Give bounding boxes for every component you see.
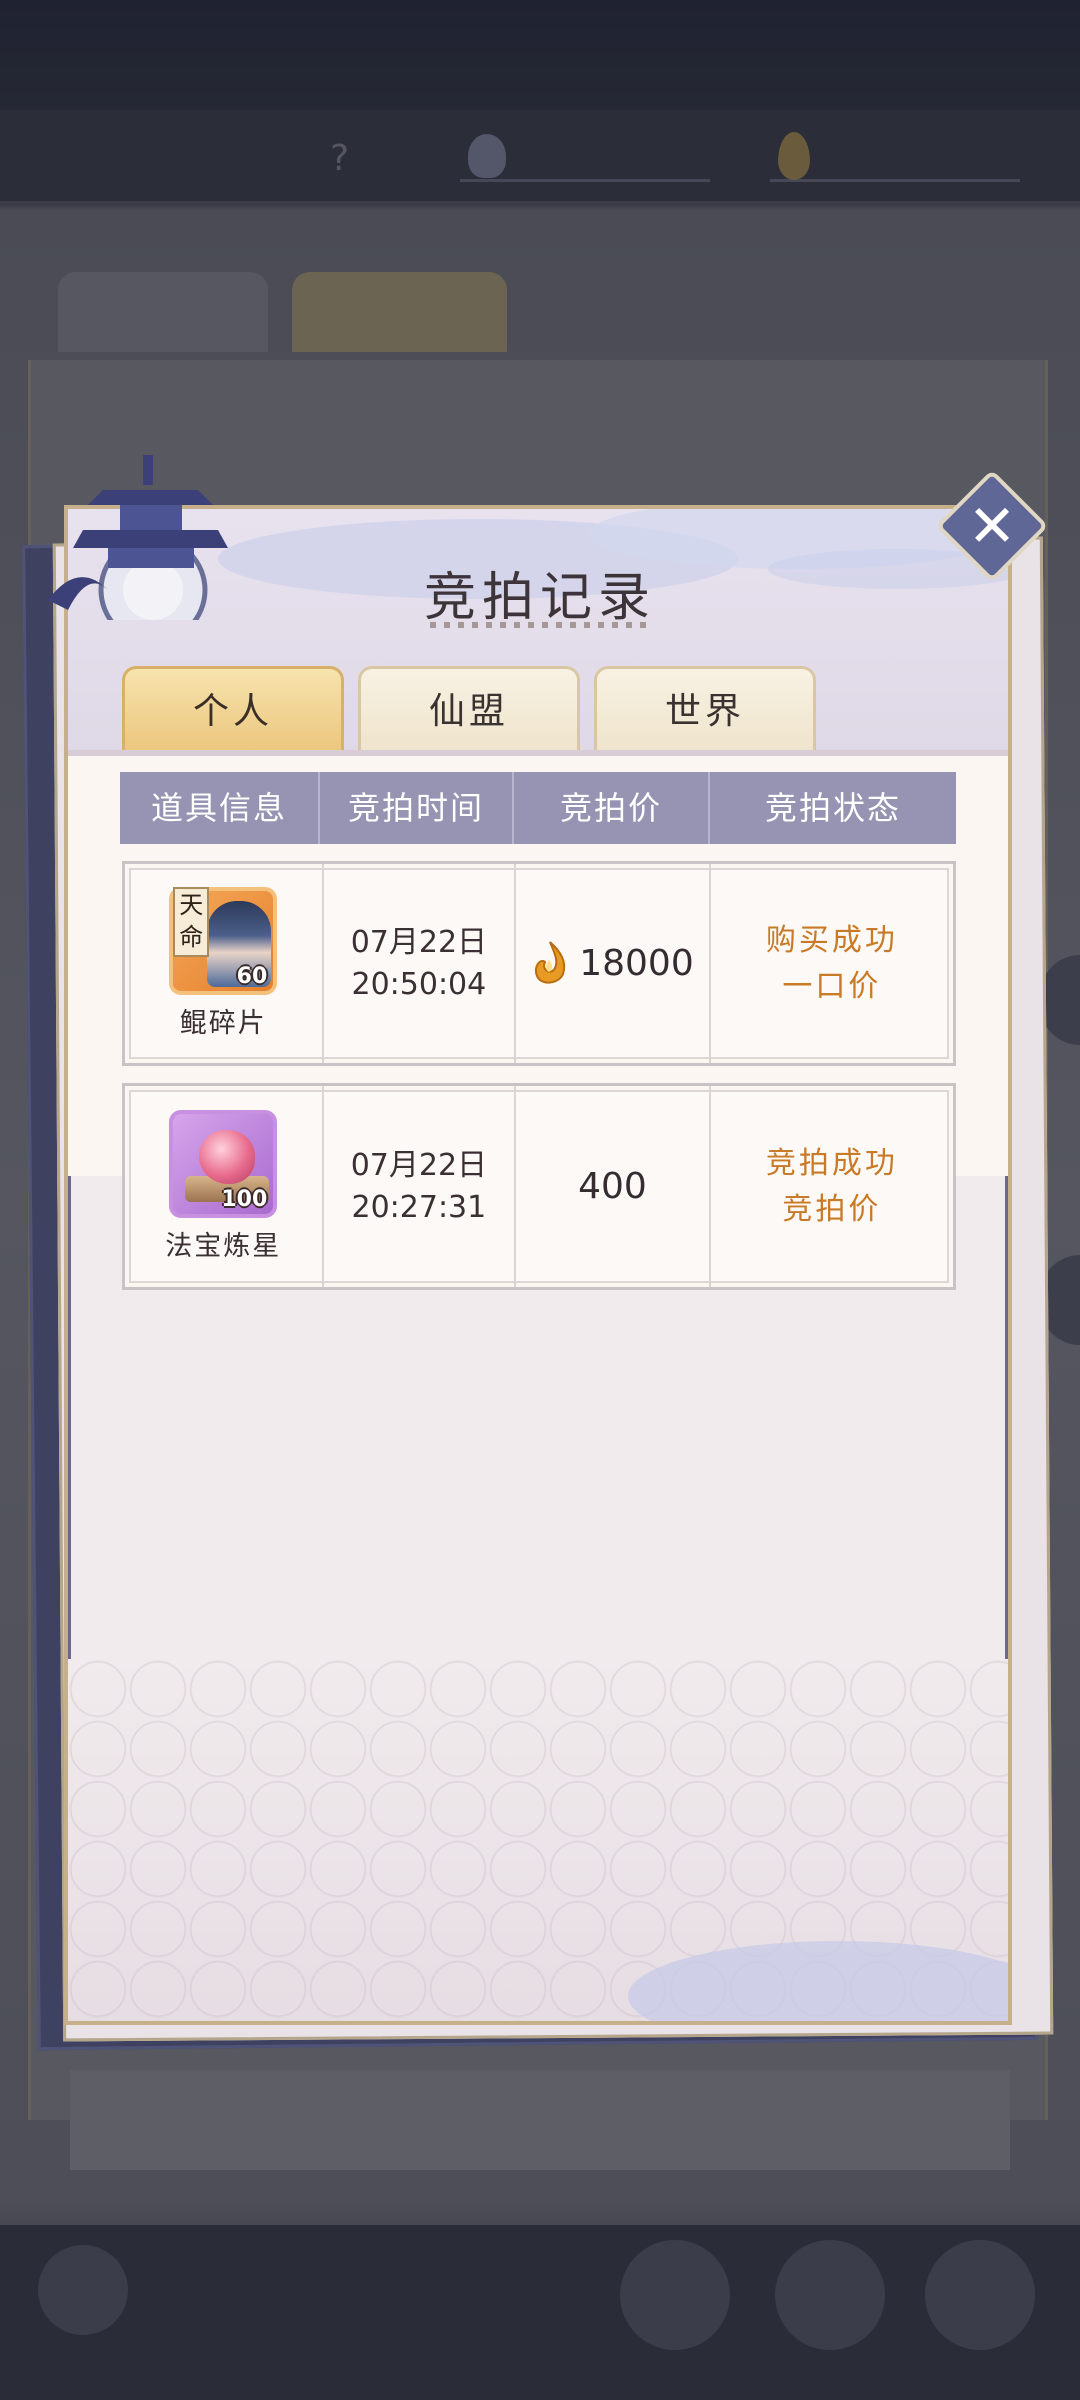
modal-title: 竞拍记录 <box>423 568 656 628</box>
gem-icon <box>468 134 506 178</box>
bid-time: 20:27:31 <box>351 1189 487 1225</box>
table-row[interactable]: 100 法宝炼星 07月22日 20:27:31 400 竞拍成功 竞拍价 <box>122 1083 956 1290</box>
artifact-refine-icon[interactable]: 100 <box>169 1110 278 1218</box>
item-quantity: 60 <box>236 964 268 989</box>
gold-flame-currency-icon <box>535 940 566 983</box>
item-cell: 天命 60 鲲碎片 <box>125 864 324 1063</box>
item-badge: 天命 <box>173 887 210 957</box>
status-result: 竞拍成功 <box>765 1145 898 1181</box>
header-bid-price: 竞拍价 <box>514 772 710 844</box>
status-cell: 购买成功 一口价 <box>711 864 953 1063</box>
background-tab-2 <box>292 272 507 352</box>
tab-personal[interactable]: 个人 <box>122 666 344 752</box>
item-quantity: 100 <box>221 1187 268 1212</box>
price-cell: 18000 <box>516 864 711 1063</box>
background-help-icon: ? <box>330 138 350 179</box>
header-bid-time: 竞拍时间 <box>320 772 514 844</box>
title-ornament <box>430 622 650 628</box>
background-bottom-bar <box>0 2225 1080 2400</box>
bid-date: 07月22日 <box>350 1147 488 1183</box>
background-back-button <box>38 2245 128 2335</box>
background-row <box>70 2070 1010 2170</box>
background-gold-currency <box>770 130 1020 182</box>
tab-alliance[interactable]: 仙盟 <box>358 666 580 752</box>
item-name: 法宝炼星 <box>165 1231 282 1262</box>
background-bottom-button <box>775 2240 885 2350</box>
flame-icon <box>778 132 810 180</box>
item-cell: 100 法宝炼星 <box>125 1086 324 1287</box>
item-name: 鲲碎片 <box>179 1008 267 1039</box>
time-cell: 07月22日 20:50:04 <box>324 864 517 1063</box>
kun-fragment-icon[interactable]: 天命 60 <box>169 887 278 995</box>
bid-price: 400 <box>578 1166 647 1207</box>
table-header: 道具信息 竞拍时间 竞拍价 竞拍状态 <box>120 772 956 844</box>
bid-price: 18000 <box>579 943 694 984</box>
pink-gem-icon <box>199 1130 256 1184</box>
status-cell: 竞拍成功 竞拍价 <box>711 1086 953 1287</box>
price-cell: 400 <box>516 1086 711 1287</box>
bid-time: 20:50:04 <box>351 966 487 1002</box>
background-bottom-button <box>925 2240 1035 2350</box>
status-type: 竞拍价 <box>782 1191 882 1227</box>
background-tab-1 <box>58 272 268 352</box>
header-item-info: 道具信息 <box>120 772 320 844</box>
status-result: 购买成功 <box>765 922 898 958</box>
tab-world[interactable]: 世界 <box>594 666 816 752</box>
status-type: 一口价 <box>782 968 882 1004</box>
close-icon[interactable]: ✕ <box>952 486 1032 566</box>
time-cell: 07月22日 20:27:31 <box>324 1086 517 1287</box>
header-bid-status: 竞拍状态 <box>764 789 901 827</box>
bid-date: 07月22日 <box>350 924 488 960</box>
background-gem-currency <box>460 130 710 182</box>
background-bottom-button <box>620 2240 730 2350</box>
table-row[interactable]: 天命 60 鲲碎片 07月22日 20:50:04 18000 购买成功 一口价 <box>122 861 956 1066</box>
